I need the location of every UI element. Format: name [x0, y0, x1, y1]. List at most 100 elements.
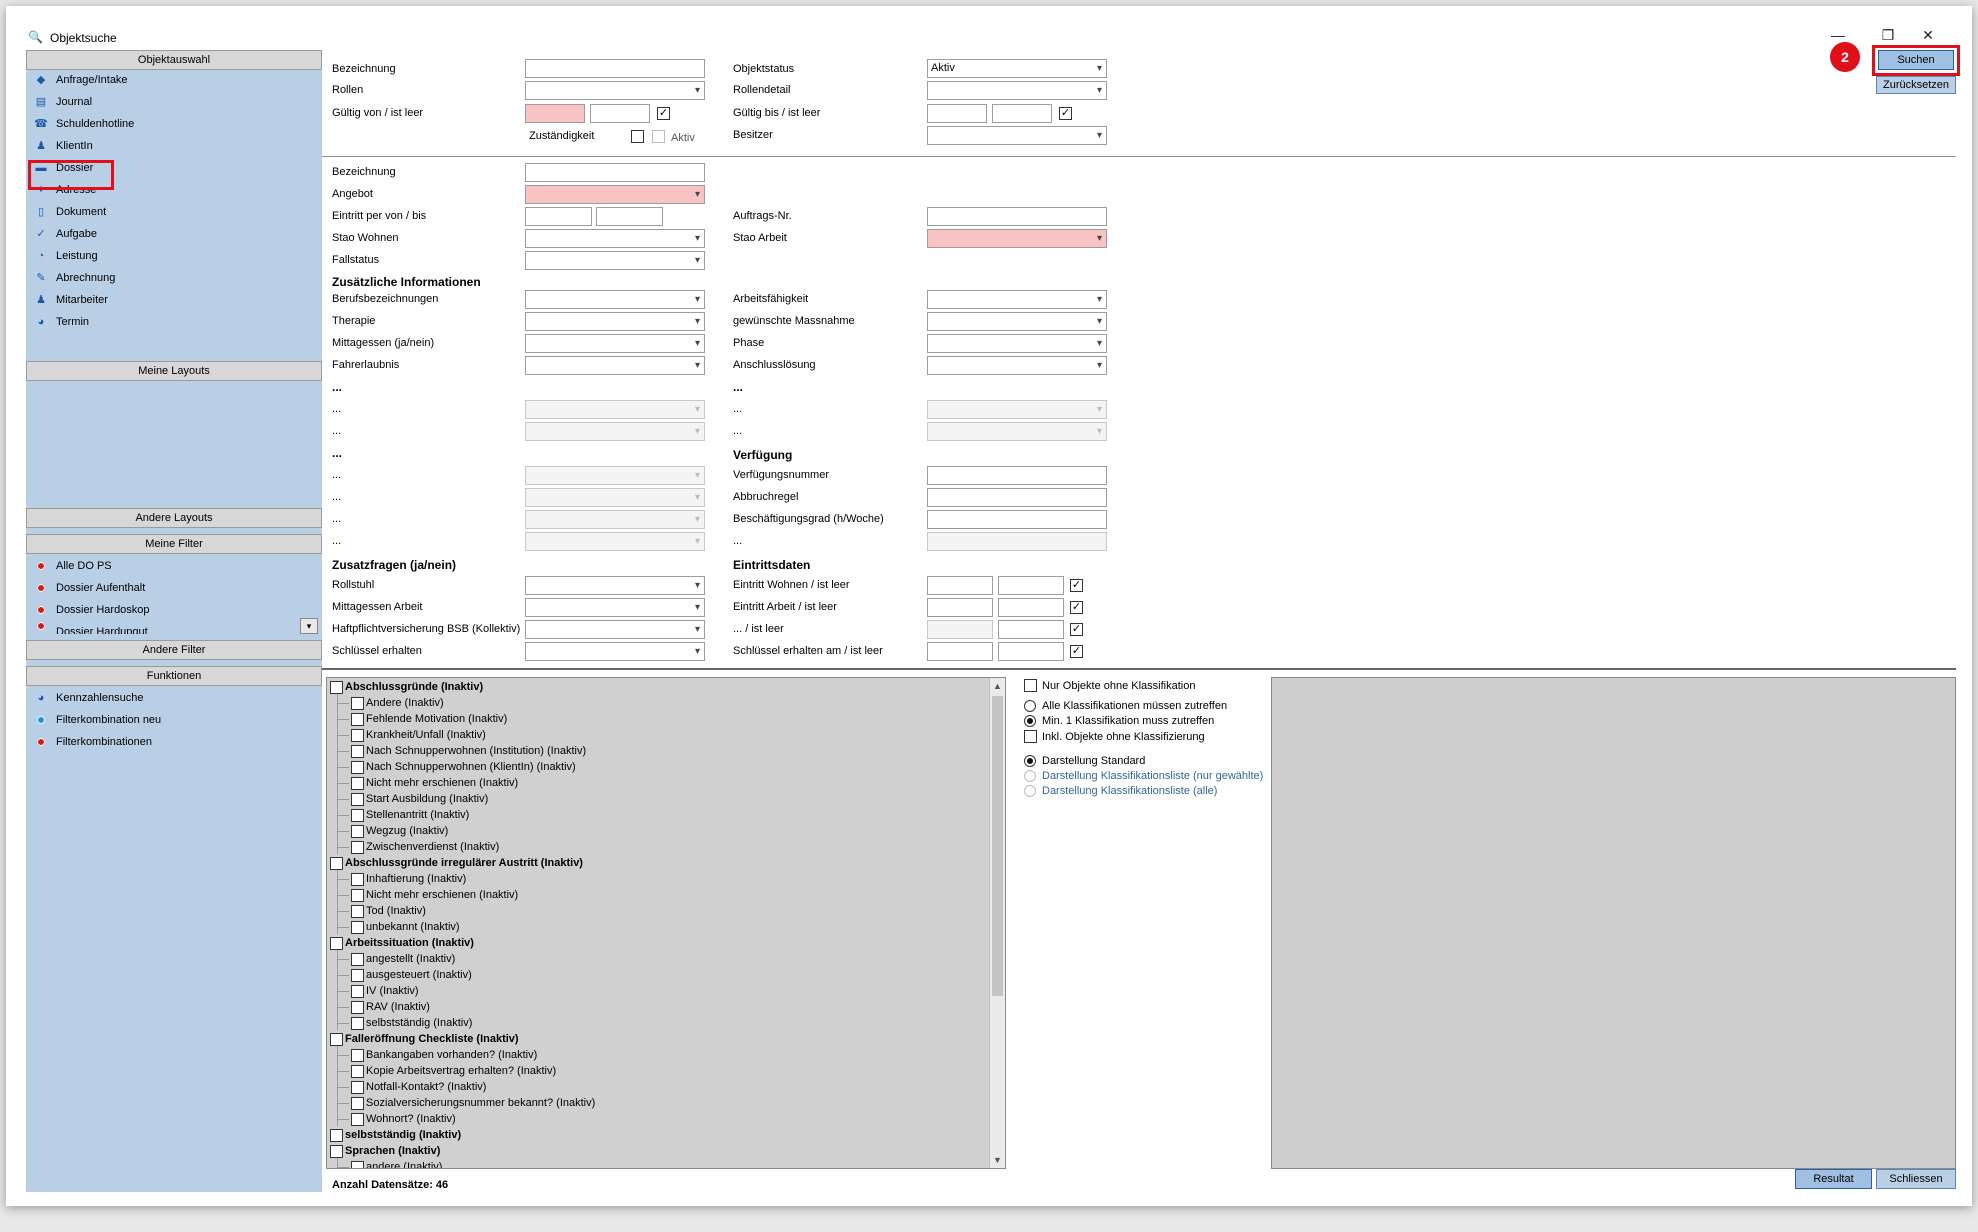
gueltig-bis-time-input[interactable] — [992, 104, 1052, 123]
tree-item-checkbox[interactable] — [351, 1000, 364, 1014]
schluessel-am-time-input[interactable] — [998, 642, 1064, 661]
scroll-thumb[interactable] — [992, 696, 1003, 996]
function-item[interactable]: ◕ Kennzahlensuche — [34, 688, 144, 708]
tree-item[interactable]: Abschlussgründe (Inaktiv) — [330, 679, 483, 695]
close-button[interactable]: ✕ — [1918, 26, 1938, 44]
tree-item[interactable]: Nicht mehr erschienen (Inaktiv) — [351, 887, 518, 903]
eintritt-arbeit-ist-leer-checkbox[interactable] — [1070, 601, 1083, 614]
stao-wohnen-dropdown[interactable] — [525, 229, 705, 248]
tree-item-checkbox[interactable] — [351, 760, 364, 774]
tree-item[interactable]: IV (Inaktiv) — [351, 983, 419, 999]
tree-item[interactable]: selbstständig (Inaktiv) — [330, 1127, 461, 1143]
sidebar-item-klientin[interactable]: ♟ KlientIn — [34, 136, 93, 156]
filter-item[interactable]: Alle DO PS — [34, 556, 112, 576]
eintritt-bis-input[interactable] — [596, 207, 663, 226]
sidebar-item-schuldenhotline[interactable]: ☎ Schuldenhotline — [34, 114, 134, 134]
tree-item[interactable]: Inhaftierung (Inaktiv) — [351, 871, 466, 887]
ellipsis-dropdown-8[interactable] — [525, 532, 705, 551]
sidebar-item-journal[interactable]: ▤ Journal — [34, 92, 92, 112]
sidebar-item-dokument[interactable]: ▯ Dokument — [34, 202, 106, 222]
tree-item-checkbox[interactable] — [351, 712, 364, 726]
gueltig-von-ist-leer-checkbox[interactable] — [657, 107, 670, 120]
haftpflicht-dropdown[interactable] — [525, 620, 705, 639]
function-item[interactable]: Filterkombinationen — [34, 732, 152, 752]
ist-leer-time-input[interactable] — [998, 620, 1064, 639]
anschlusslosung-dropdown[interactable] — [927, 356, 1107, 375]
tree-item-checkbox[interactable] — [351, 1080, 364, 1094]
tree-item-checkbox[interactable] — [351, 1064, 364, 1078]
fallstatus-dropdown[interactable] — [525, 251, 705, 270]
arbeitsfaehigkeit-dropdown[interactable] — [927, 290, 1107, 309]
tree-item[interactable]: Abschlussgründe irregulärer Austritt (In… — [330, 855, 583, 871]
sidebar-item-leistung[interactable]: ◔ Leistung — [34, 246, 98, 266]
bezeichnung-input[interactable] — [525, 59, 705, 78]
ellipsis-dropdown-6[interactable] — [525, 488, 705, 507]
tree-item[interactable]: selbstständig (Inaktiv) — [351, 1015, 472, 1031]
sidebar-item-abrechnung[interactable]: ✎ Abrechnung — [34, 268, 115, 288]
phase-dropdown[interactable] — [927, 334, 1107, 353]
objektauswahl-header[interactable]: Objektauswahl — [26, 50, 322, 70]
angebot-dropdown[interactable] — [525, 185, 705, 204]
tree-item-checkbox[interactable] — [351, 824, 364, 838]
auftrags-nr-input[interactable] — [927, 207, 1107, 226]
tree-item-checkbox[interactable] — [351, 888, 364, 902]
ellipsis-input-9[interactable] — [927, 532, 1107, 551]
gueltig-bis-ist-leer-checkbox[interactable] — [1059, 107, 1072, 120]
mittagessen-dropdown[interactable] — [525, 334, 705, 353]
eintritt-wohnen-input[interactable] — [927, 576, 993, 595]
sidebar-item-anfrage-intake[interactable]: ◆ Anfrage/Intake — [34, 70, 128, 90]
gewuenschte-dropdown[interactable] — [927, 312, 1107, 331]
abbruchregel-input[interactable] — [927, 488, 1107, 507]
andere-layouts-header[interactable]: Andere Layouts — [26, 508, 322, 528]
ellipsis-dropdown-1[interactable] — [525, 400, 705, 419]
nur-objekte-checkbox[interactable] — [1024, 679, 1037, 692]
scroll-down-button[interactable]: ▼ — [990, 1152, 1005, 1168]
tree-item-checkbox[interactable] — [351, 840, 364, 854]
tree-item-checkbox[interactable] — [351, 1112, 364, 1126]
tree-item[interactable]: Falleröffnung Checkliste (Inaktiv) — [330, 1031, 519, 1047]
ist-leer-checkbox[interactable] — [1070, 623, 1083, 636]
tree-item-checkbox[interactable] — [351, 1096, 364, 1110]
tree-item-checkbox[interactable] — [351, 696, 364, 710]
gueltig-von-input[interactable] — [525, 104, 585, 123]
verfuegungsnummer-input[interactable] — [927, 466, 1107, 485]
eintritt-wohnen-ist-leer-checkbox[interactable] — [1070, 579, 1083, 592]
tree-item[interactable]: Zwischenverdienst (Inaktiv) — [351, 839, 499, 855]
tree-item[interactable]: Wegzug (Inaktiv) — [351, 823, 448, 839]
therapie-dropdown[interactable] — [525, 312, 705, 331]
sidebar-item-mitarbeiter[interactable]: ♟ Mitarbeiter — [34, 290, 108, 310]
aktiv-checkbox[interactable] — [652, 130, 665, 143]
tree-item[interactable]: Nicht mehr erschienen (Inaktiv) — [351, 775, 518, 791]
liste-gewaehlt-radio[interactable] — [1024, 770, 1036, 782]
tree-item[interactable]: RAV (Inaktiv) — [351, 999, 430, 1015]
tree-item-checkbox[interactable] — [351, 872, 364, 886]
tree-item[interactable]: Bankangaben vorhanden? (Inaktiv) — [351, 1047, 537, 1063]
tree-item-checkbox[interactable] — [351, 792, 364, 806]
gueltig-von-time-input[interactable] — [590, 104, 650, 123]
schliessen-button[interactable]: Schliessen — [1876, 1169, 1956, 1189]
inkl-checkbox[interactable] — [1024, 730, 1037, 743]
eintritt-arbeit-time-input[interactable] — [998, 598, 1064, 617]
resultat-button[interactable]: Resultat — [1795, 1169, 1872, 1189]
classification-tree[interactable]: Abschlussgründe (Inaktiv) Andere (Inaktiv… — [326, 677, 1006, 1169]
tree-item[interactable]: Sozialversicherungsnummer bekannt? (Inak… — [351, 1095, 595, 1111]
rollendetail-dropdown[interactable] — [927, 81, 1107, 100]
tree-item-checkbox[interactable] — [351, 1048, 364, 1062]
schluessel-dropdown[interactable] — [525, 642, 705, 661]
tree-item-checkbox[interactable] — [351, 920, 364, 934]
objektstatus-dropdown[interactable]: Aktiv — [927, 59, 1107, 78]
tree-item-checkbox[interactable] — [351, 1016, 364, 1030]
ellipsis-dropdown-7[interactable] — [525, 510, 705, 529]
tree-item[interactable]: Kopie Arbeitsvertrag erhalten? (Inaktiv) — [351, 1063, 556, 1079]
restore-button[interactable]: ❐ — [1878, 26, 1898, 44]
berufsbezeichnungen-dropdown[interactable] — [525, 290, 705, 309]
tree-item-checkbox[interactable] — [351, 904, 364, 918]
tree-item-checkbox[interactable] — [330, 936, 343, 950]
tree-item-checkbox[interactable] — [351, 744, 364, 758]
funktionen-header[interactable]: Funktionen — [26, 666, 322, 686]
sidebar-item-aufgabe[interactable]: ✓ Aufgabe — [34, 224, 97, 244]
meine-layouts-header[interactable]: Meine Layouts — [26, 361, 322, 381]
bezeichnung2-input[interactable] — [525, 163, 705, 182]
tree-item[interactable]: Notfall-Kontakt? (Inaktiv) — [351, 1079, 486, 1095]
schluessel-am-input[interactable] — [927, 642, 993, 661]
